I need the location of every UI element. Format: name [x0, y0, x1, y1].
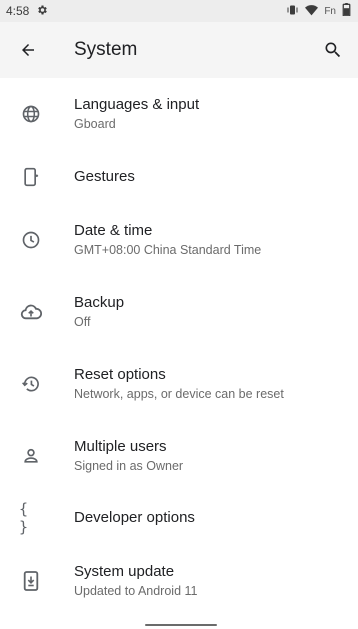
settings-item-title: Multiple users	[74, 438, 167, 455]
settings-item-subtitle: GMT+08:00 China Standard Time	[74, 243, 262, 257]
history-icon	[19, 372, 43, 396]
settings-item-title: Date & time	[74, 222, 153, 239]
person-icon	[19, 444, 43, 468]
settings-item-subtitle: Network, apps, or device can be reset	[74, 387, 284, 401]
settings-item-developer-options[interactable]: { } Developer options	[0, 482, 358, 554]
cloud-upload-icon	[19, 300, 43, 324]
settings-item-reset-options[interactable]: Reset options Network, apps, or device c…	[0, 348, 358, 420]
settings-item-title: Languages & input	[74, 96, 200, 113]
page-title: System	[74, 39, 138, 60]
settings-item-text: Languages & input Gboard	[74, 78, 199, 150]
settings-item-title: Backup	[74, 294, 125, 311]
settings-item-system-update[interactable]: System update Updated to Android 11	[0, 545, 358, 617]
settings-gear-icon	[36, 4, 48, 19]
settings-item-subtitle: Off	[74, 315, 91, 329]
settings-item-subtitle: Signed in as Owner	[74, 459, 184, 473]
braces-glyph: { }	[19, 500, 30, 536]
settings-item-subtitle: Gboard	[74, 117, 116, 131]
app-bar: System	[0, 22, 358, 78]
arrow-back-icon	[22, 44, 34, 56]
settings-item-text: Developer options	[74, 482, 195, 554]
settings-item-text: Date & time GMT+08:00 China Standard Tim…	[74, 204, 261, 276]
status-bar-left: 4:58	[6, 4, 48, 19]
settings-item-text: Reset options Network, apps, or device c…	[74, 348, 284, 420]
gesture-nav-handle[interactable]	[145, 624, 217, 626]
status-bar-right: Fn	[286, 3, 351, 19]
status-time: 4:58	[6, 4, 30, 18]
clock-icon	[19, 228, 43, 252]
settings-item-text: System update Updated to Android 11	[74, 545, 197, 617]
search-button[interactable]	[321, 38, 345, 62]
carrier-label: Fn	[324, 5, 336, 17]
settings-item-title: Reset options	[74, 366, 166, 383]
back-button[interactable]	[16, 38, 40, 62]
vibrate-icon	[286, 4, 299, 19]
globe-icon	[19, 102, 43, 126]
settings-item-date-time[interactable]: Date & time GMT+08:00 China Standard Tim…	[0, 204, 358, 276]
braces-icon: { }	[19, 500, 43, 536]
settings-item-gestures[interactable]: Gestures	[0, 141, 358, 213]
battery-icon	[342, 3, 351, 19]
settings-item-text: Backup Off	[74, 276, 124, 348]
settings-item-title: Developer options	[74, 509, 195, 526]
status-bar: 4:58 Fn	[0, 0, 358, 22]
settings-item-backup[interactable]: Backup Off	[0, 276, 358, 348]
search-icon	[325, 42, 341, 58]
settings-item-title: Gestures	[74, 168, 135, 185]
settings-item-title: System update	[74, 563, 175, 580]
system-update-icon	[19, 569, 43, 593]
settings-item-text: Gestures	[74, 141, 135, 213]
settings-item-subtitle: Updated to Android 11	[74, 584, 198, 598]
wifi-icon	[305, 4, 319, 19]
phone-gesture-icon	[19, 165, 43, 189]
settings-item-languages[interactable]: Languages & input Gboard	[0, 78, 358, 150]
